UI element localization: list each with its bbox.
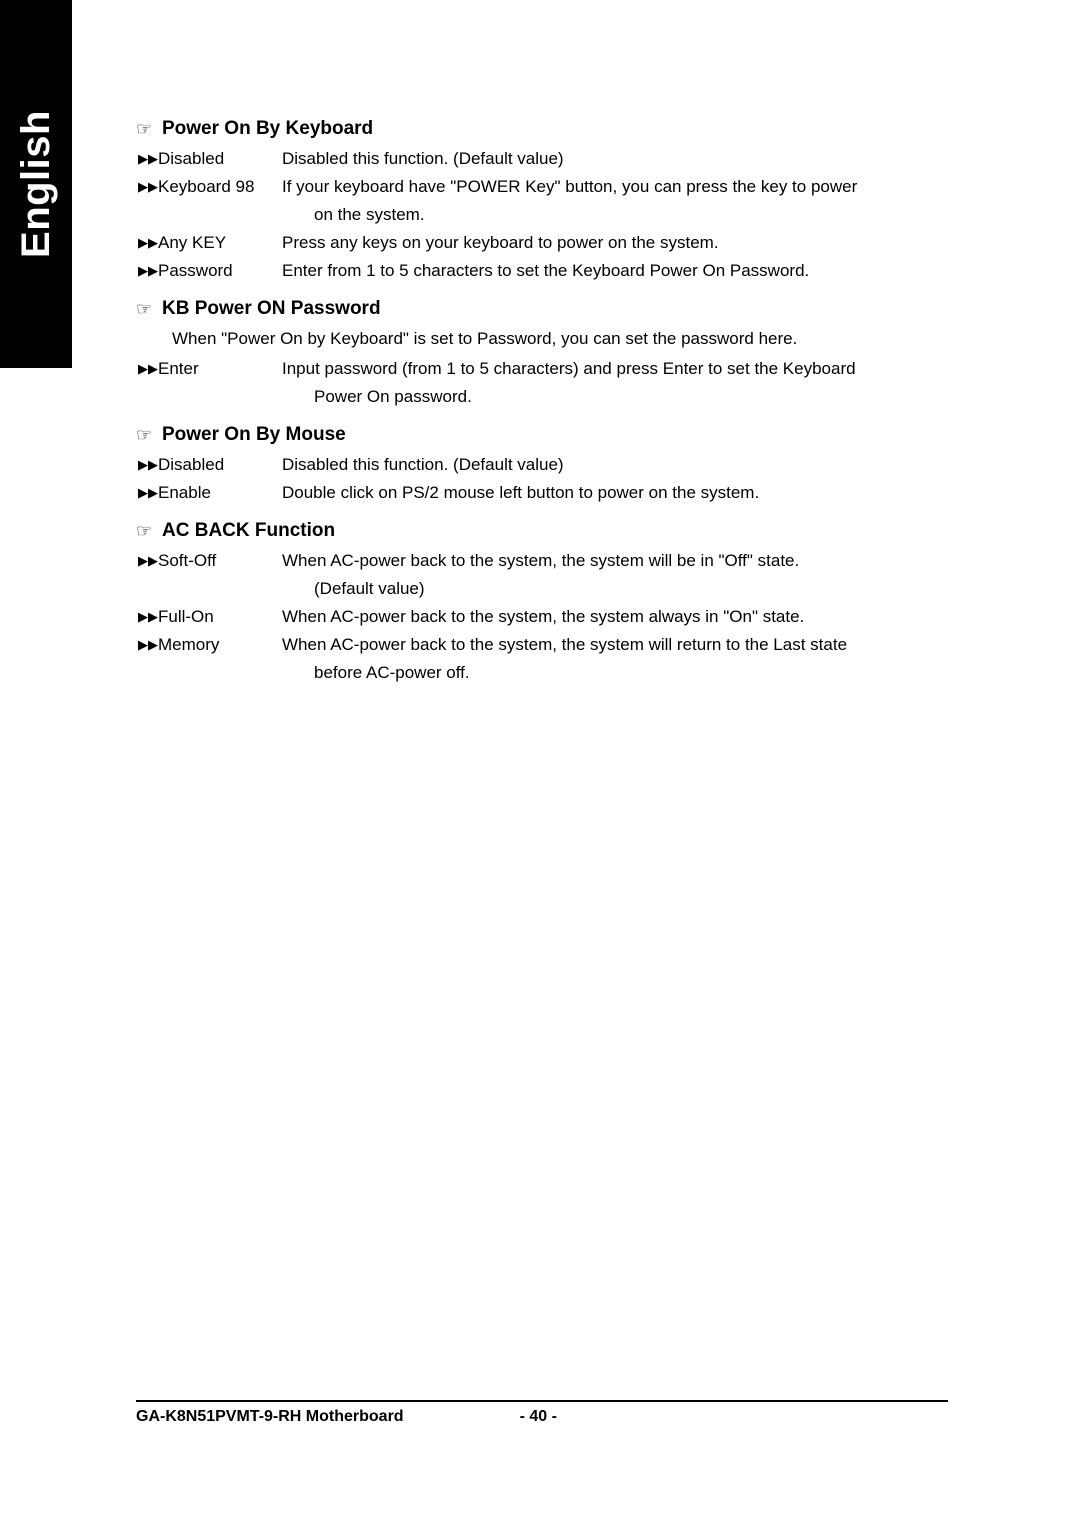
option-description: Enter from 1 to 5 characters to set the … [282,261,810,280]
option-description-continued: Power On password. [314,387,472,406]
option-description: When AC-power back to the system, the sy… [282,607,805,626]
footer-product-name: GA-K8N51PVMT-9-RH Motherboard [136,1408,404,1425]
page-content: ☞ Power On By Keyboard ▶▶ Disabled Disab… [136,104,966,688]
option-term: Password [158,261,233,280]
section-title: KB Power ON Password [162,298,381,319]
option-row: ▶▶ Full-On When AC-power back to the sys… [136,604,966,630]
footer-page-number: - 40 - [519,1408,557,1425]
option-term: Memory [158,635,220,654]
section-title: AC BACK Function [162,520,336,541]
pointing-hand-icon: ☞ [136,299,153,319]
section-paragraph: When "Power On by Keyboard" is set to Pa… [172,329,798,348]
double-arrow-icon: ▶▶ [138,235,158,250]
double-arrow-icon: ▶▶ [138,637,158,652]
option-term: Any KEY [158,233,227,252]
double-arrow-icon: ▶▶ [138,553,158,568]
pointing-hand-icon: ☞ [136,521,153,541]
double-arrow-icon: ▶▶ [138,609,158,624]
option-row: ▶▶ Soft-Off When AC-power back to the sy… [136,548,966,574]
option-row: ▶▶ Any KEY Press any keys on your keyboa… [136,230,966,256]
double-arrow-icon: ▶▶ [138,361,158,376]
option-term: Enter [158,359,199,378]
option-description: Disabled this function. (Default value) [282,149,564,168]
double-arrow-icon: ▶▶ [138,485,158,500]
option-description: Disabled this function. (Default value) [282,455,564,474]
option-row: ▶▶ Memory When AC-power back to the syst… [136,632,966,658]
option-term: Disabled [158,149,225,168]
option-description: Input password (from 1 to 5 characters) … [282,359,856,378]
option-description: When AC-power back to the system, the sy… [282,551,800,570]
option-description: Press any keys on your keyboard to power… [282,233,719,252]
option-term: Disabled [158,455,225,474]
pointing-hand-icon: ☞ [136,425,153,445]
footer-divider [136,1400,948,1402]
language-tab-label: English [13,110,58,258]
double-arrow-icon: ▶▶ [138,263,158,278]
section-power-on-by-mouse: ☞ Power On By Mouse ▶▶ Disabled Disabled… [136,424,966,506]
option-term: Full-On [158,607,214,626]
section-title: Power On By Keyboard [162,118,374,139]
section-heading: ☞ Power On By Mouse [136,424,966,446]
option-description-continued: on the system. [314,205,425,224]
option-row: ▶▶ Enable Double click on PS/2 mouse lef… [136,480,966,506]
section-ac-back-function: ☞ AC BACK Function ▶▶ Soft-Off When AC-p… [136,520,966,686]
double-arrow-icon: ▶▶ [138,457,158,472]
section-heading: ☞ AC BACK Function [136,520,966,542]
option-row: ▶▶ Keyboard 98 If your keyboard have "PO… [136,174,966,200]
option-description-continued: before AC-power off. [314,663,470,682]
section-heading: ☞ Power On By Keyboard [136,118,966,140]
option-term: Keyboard 98 [158,177,255,196]
section-heading: ☞ KB Power ON Password [136,298,966,320]
section-title: Power On By Mouse [162,424,346,445]
option-term: Soft-Off [158,551,217,570]
option-row: ▶▶ Enter Input password (from 1 to 5 cha… [136,356,966,382]
double-arrow-icon: ▶▶ [138,179,158,194]
language-tab: English [0,0,72,368]
section-kb-power-on-password: ☞ KB Power ON Password When "Power On by… [136,298,966,410]
option-row: ▶▶ Password Enter from 1 to 5 characters… [136,258,966,284]
section-power-on-by-keyboard: ☞ Power On By Keyboard ▶▶ Disabled Disab… [136,118,966,284]
option-description: If your keyboard have "POWER Key" button… [282,177,858,196]
page-footer: GA-K8N51PVMT-9-RH Motherboard - 40 - [136,1400,948,1426]
option-row: ▶▶ Disabled Disabled this function. (Def… [136,452,966,478]
option-description-continued: (Default value) [314,579,425,598]
option-description: Double click on PS/2 mouse left button t… [282,483,760,502]
option-row: ▶▶ Disabled Disabled this function. (Def… [136,146,966,172]
pointing-hand-icon: ☞ [136,119,153,139]
double-arrow-icon: ▶▶ [138,151,158,166]
option-term: Enable [158,483,211,502]
option-description: When AC-power back to the system, the sy… [282,635,848,654]
